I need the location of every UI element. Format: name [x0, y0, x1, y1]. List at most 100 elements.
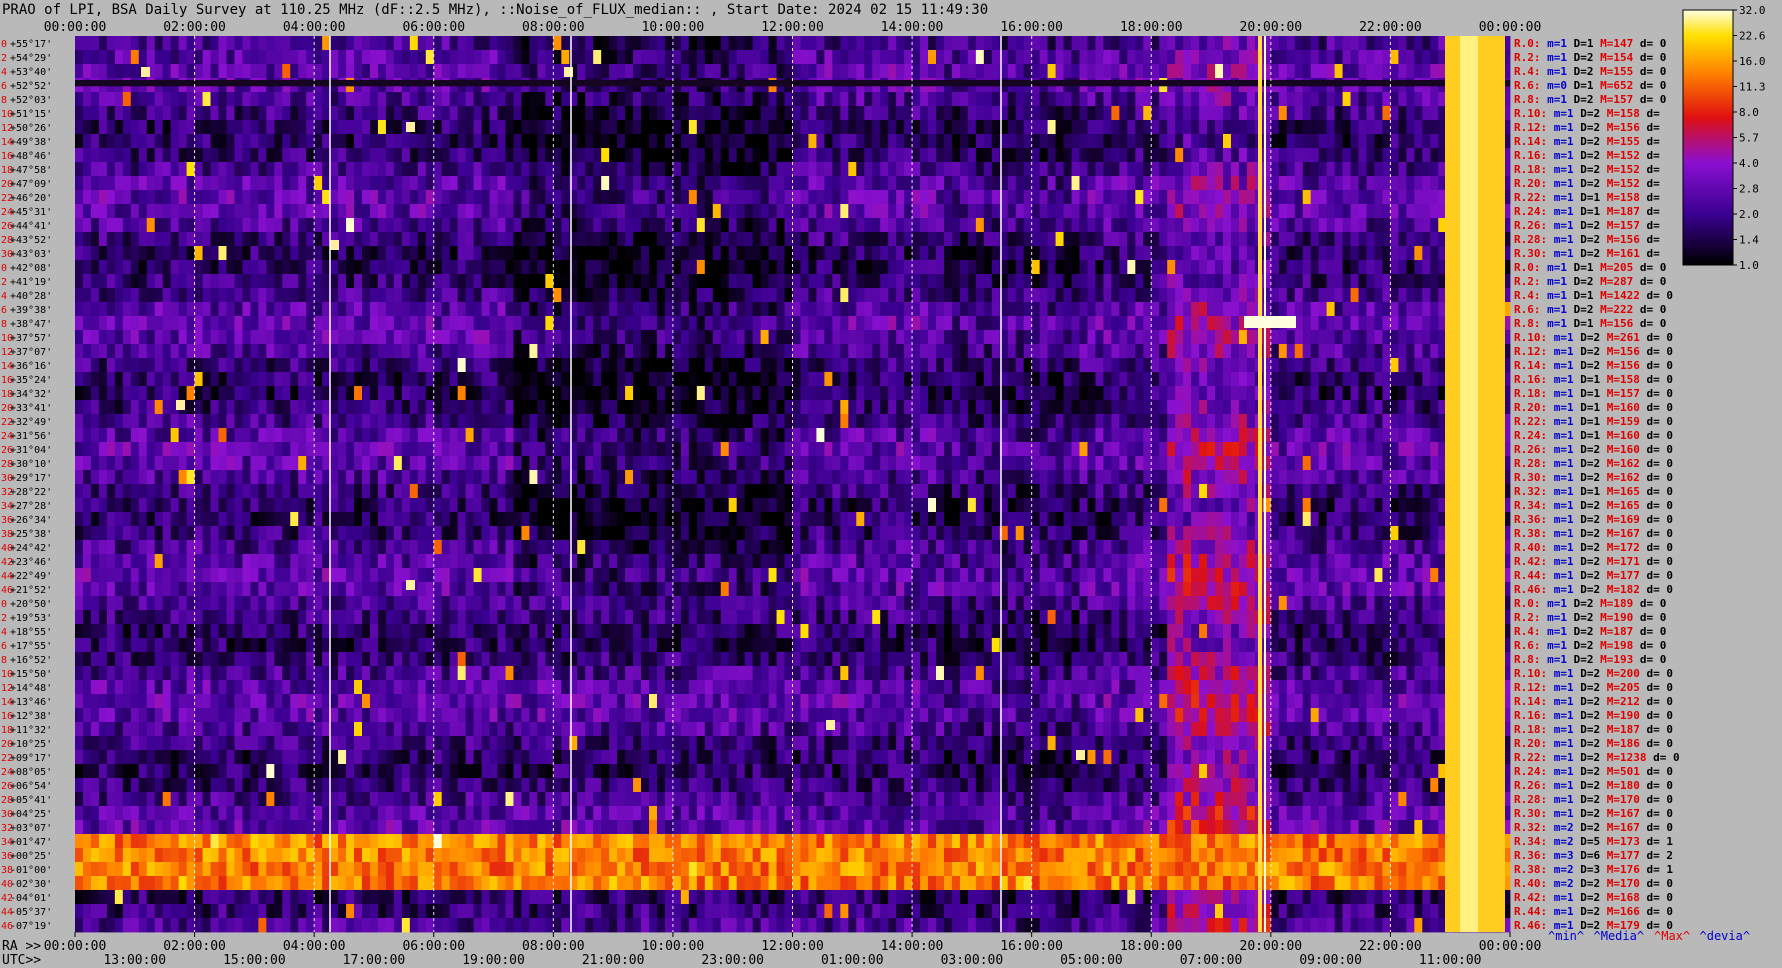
heat-cell — [258, 400, 267, 415]
heat-cell — [1390, 400, 1399, 415]
heat-cell — [1087, 302, 1096, 317]
heat-cell — [768, 176, 777, 191]
heat-cell — [840, 148, 849, 163]
heat-cell — [202, 316, 211, 331]
heat-cell — [90, 344, 100, 359]
heat-cell — [75, 372, 84, 387]
heat-cell — [1167, 358, 1176, 373]
heat-cell — [170, 204, 180, 219]
heat-cell — [1023, 260, 1033, 275]
heat-cell — [186, 386, 195, 401]
heat-cell — [529, 218, 538, 233]
heat-cell — [792, 162, 801, 177]
heat-cell — [298, 372, 307, 387]
heat-cell — [649, 92, 658, 107]
heat-cell — [489, 106, 498, 121]
heat-cell — [234, 372, 243, 387]
heat-cell — [1278, 386, 1288, 401]
heat-cell — [880, 106, 889, 121]
heat-cell — [943, 106, 953, 121]
heat-cell — [1382, 92, 1391, 107]
heat-cell — [1286, 232, 1296, 247]
heat-cell — [936, 358, 945, 373]
heat-cell — [75, 344, 84, 359]
heat-cell — [864, 414, 873, 429]
heat-cell — [1119, 344, 1128, 359]
heat-cell — [593, 372, 602, 387]
heat-cell — [226, 400, 235, 415]
heat-cell — [672, 106, 682, 121]
heat-cell — [959, 414, 969, 429]
heat-cell — [856, 36, 865, 51]
heat-cell — [314, 190, 323, 205]
heat-cell — [1183, 358, 1192, 373]
heat-cell — [784, 204, 793, 219]
heat-cell — [1350, 64, 1359, 79]
heat-cell — [1294, 344, 1304, 359]
heat-cell — [1143, 358, 1152, 373]
heat-cell — [1286, 330, 1296, 345]
heat-cell — [505, 414, 514, 429]
heat-cell — [314, 316, 323, 331]
heat-cell — [1007, 386, 1017, 401]
heat-cell — [936, 274, 945, 289]
heat-cell — [1278, 330, 1288, 345]
heat-cell — [872, 190, 881, 205]
heat-cell — [872, 316, 881, 331]
heat-cell — [1079, 302, 1088, 317]
heat-cell — [537, 316, 546, 331]
heat-cell — [417, 120, 427, 135]
heat-cell — [210, 162, 219, 177]
heat-cell — [1087, 162, 1096, 177]
heat-cell — [489, 400, 498, 415]
heat-cell — [912, 50, 921, 65]
heat-cell — [896, 64, 905, 79]
heat-cell — [178, 316, 188, 331]
heat-cell — [1159, 162, 1168, 177]
heat-cell — [1294, 64, 1304, 79]
heat-cell — [1119, 36, 1128, 51]
heat-cell — [290, 400, 299, 415]
heat-cell — [114, 148, 124, 163]
heat-cell — [1199, 162, 1208, 177]
heat-cell — [601, 218, 610, 233]
heat-cell — [1422, 344, 1431, 359]
heat-cell — [90, 64, 100, 79]
heat-cell — [138, 92, 148, 107]
heat-cell — [1286, 288, 1296, 303]
heat-cell — [1151, 162, 1160, 177]
heat-cell — [1422, 358, 1431, 373]
heat-cell — [593, 120, 602, 135]
heat-cell — [1406, 372, 1415, 387]
heat-cell — [617, 260, 626, 275]
heat-cell — [497, 190, 506, 205]
heat-cell — [704, 414, 714, 429]
heat-cell — [824, 302, 833, 317]
heat-cell — [1406, 358, 1415, 373]
heat-cell — [1230, 64, 1240, 79]
heat-cell — [338, 134, 347, 149]
heat-cell — [577, 50, 586, 65]
heat-cell — [832, 120, 841, 135]
heat-cell — [1191, 92, 1200, 107]
heat-cell — [473, 414, 482, 429]
heat-cell — [330, 148, 339, 163]
heat-cell — [1103, 246, 1112, 261]
heat-cell — [114, 260, 124, 275]
heat-cell — [274, 162, 283, 177]
heat-cell — [1111, 204, 1120, 219]
heat-cell — [864, 288, 873, 303]
heat-cell — [951, 148, 961, 163]
heat-cell — [1047, 274, 1056, 289]
heat-cell — [1183, 50, 1192, 65]
heat-cell — [1374, 120, 1383, 135]
heat-cell — [1071, 372, 1080, 387]
heat-cell — [98, 106, 108, 121]
heat-cell — [880, 148, 889, 163]
heat-cell — [1071, 218, 1080, 233]
heat-cell — [593, 134, 602, 149]
heat-cell — [1326, 120, 1336, 135]
heat-cell — [1270, 274, 1280, 289]
heat-cell — [537, 36, 546, 51]
heat-cell — [433, 204, 443, 219]
